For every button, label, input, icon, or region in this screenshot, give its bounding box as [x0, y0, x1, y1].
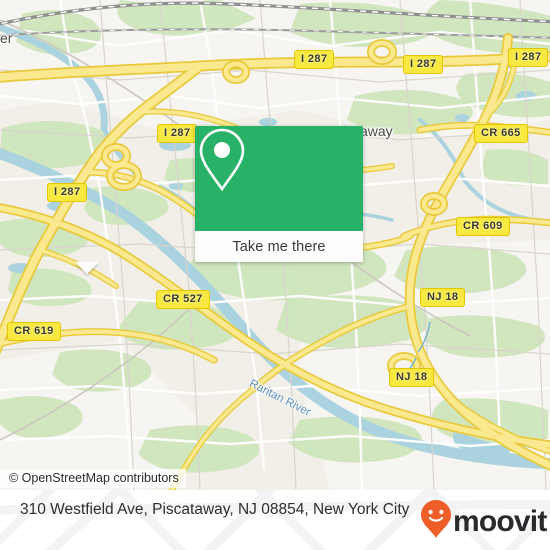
callout-footer[interactable]: Take me there [195, 231, 363, 262]
callout-pointer [75, 262, 99, 274]
moovit-map-screenshot: er away Raritan River I 287 I 287 I 287 I 28… [0, 0, 550, 550]
road-shield: CR 619 [7, 322, 61, 341]
destination-callout[interactable]: Take me there [195, 126, 363, 262]
map-canvas[interactable]: er away Raritan River I 287 I 287 I 287 I 28… [0, 0, 550, 490]
take-me-there-label: Take me there [232, 238, 326, 255]
road-shield: I 287 [403, 55, 444, 74]
road-shield: NJ 18 [389, 368, 435, 387]
address-label: 310 Westfield Ave, Piscataway, NJ 08854,… [20, 501, 410, 518]
road-shield: CR 609 [456, 217, 510, 236]
moovit-wordmark: moovit [453, 504, 547, 538]
moovit-logo[interactable]: moovit [421, 500, 547, 543]
callout-header [195, 126, 363, 231]
map-place-label: er [0, 30, 13, 46]
road-shield: I 287 [508, 48, 549, 67]
osm-attribution[interactable]: © OpenStreetMap contributors [0, 469, 186, 488]
road-shield: I 287 [157, 124, 198, 143]
road-shield: I 287 [294, 50, 335, 69]
road-shield: CR 665 [474, 124, 528, 143]
road-shield: NJ 18 [420, 288, 466, 307]
road-shield: CR 527 [156, 290, 210, 309]
map-place-label: away [360, 123, 393, 139]
moovit-smiley-pin-icon [421, 500, 451, 543]
road-shield: I 287 [47, 183, 88, 202]
